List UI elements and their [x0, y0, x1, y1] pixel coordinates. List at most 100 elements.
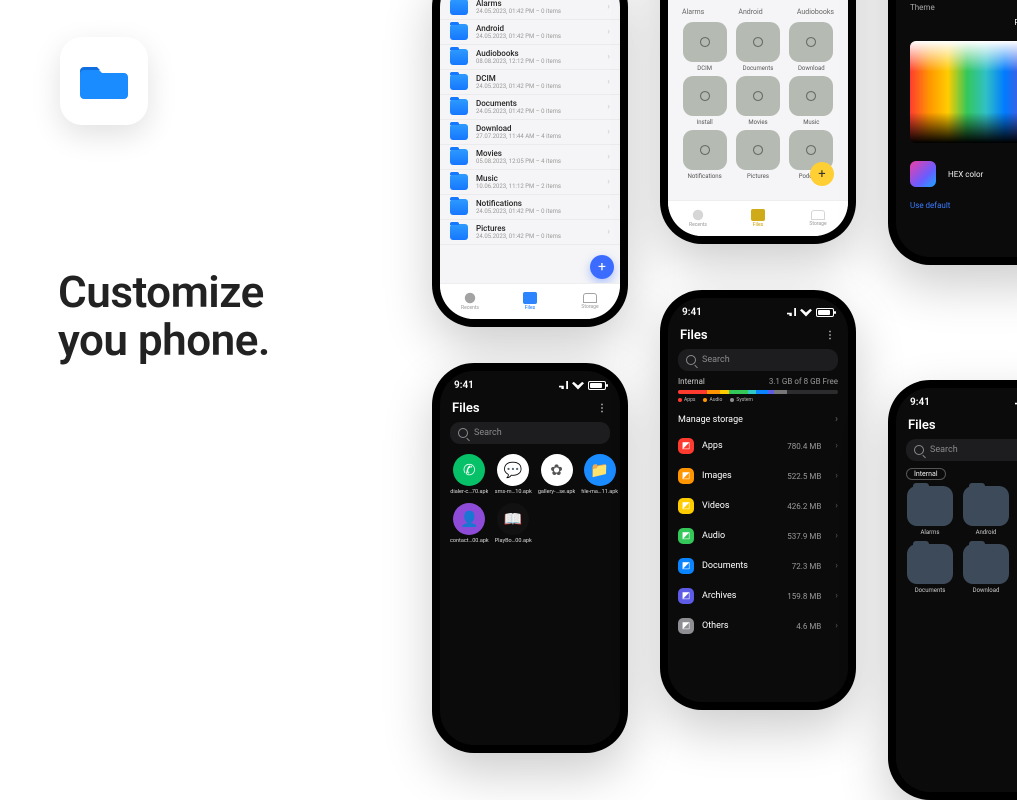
page-title: Files: [680, 328, 708, 343]
tab-recents[interactable]: Recents: [668, 201, 728, 236]
manage-storage-row[interactable]: Manage storage›: [668, 408, 848, 431]
category-row[interactable]: ◩Audio537.9 MB›: [668, 521, 848, 551]
app-item[interactable]: 👤contact…00.apk: [450, 503, 489, 544]
app-item[interactable]: ✆dialer-c…70.apk: [450, 454, 489, 495]
tabbar: Recents Files Storage: [668, 200, 848, 236]
list-item[interactable]: Alarms24.05.2023, 01:42 PM – 0 items›: [440, 0, 620, 20]
tab-files[interactable]: Files: [500, 284, 560, 319]
search-input[interactable]: Search: [450, 422, 610, 444]
grid-item[interactable]: Install: [682, 76, 727, 126]
grid-item[interactable]: Pictures: [735, 130, 780, 180]
item-label: Download: [798, 65, 825, 72]
headline-line2: you phone.: [58, 316, 270, 364]
folder-icon: [450, 199, 468, 215]
item-label: Android: [962, 529, 1010, 536]
category-row[interactable]: ◩Others4.6 MB›: [668, 611, 848, 641]
list-item[interactable]: DCIM24.05.2023, 01:42 PM – 0 items›: [440, 70, 620, 95]
app-icon: 💬: [497, 454, 529, 486]
grid-item[interactable]: Notifications: [682, 130, 727, 180]
item-label: Install: [697, 119, 713, 126]
grid-item[interactable]: Documents: [906, 544, 954, 594]
grid-item[interactable]: DCIM: [682, 22, 727, 72]
category-row[interactable]: ◩Archives159.8 MB›: [668, 581, 848, 611]
list-item[interactable]: Download27.07.2023, 11:44 AM – 4 items›: [440, 120, 620, 145]
legend-item: Apps: [678, 397, 695, 403]
tab-recents[interactable]: Recents: [440, 284, 500, 319]
folder-icon: [683, 22, 727, 62]
grid-item[interactable]: Alarms: [906, 486, 954, 536]
item-label: DCIM: [697, 65, 712, 72]
grid-item[interactable]: Download: [789, 22, 834, 72]
app-icon: 📖: [497, 503, 529, 535]
storage-bar: [678, 390, 838, 394]
phone-theme: Theme Primary color HEX color Use defaul…: [888, 0, 1017, 265]
category-icon: ◩: [678, 528, 694, 544]
phone-dark-grid: 9:41 Files⋮ Search Internal AlarmsAndroi…: [888, 380, 1017, 800]
category-size: 522.5 MB: [787, 472, 821, 481]
item-meta: 24.05.2023, 01:42 PM – 0 items: [476, 233, 599, 240]
category-row[interactable]: ◩Documents72.3 MB›: [668, 551, 848, 581]
list-item[interactable]: Documents24.05.2023, 01:42 PM – 0 items›: [440, 95, 620, 120]
grid-item[interactable]: Documents: [735, 22, 780, 72]
tab-files[interactable]: Files: [728, 201, 788, 236]
more-icon[interactable]: ⋮: [825, 330, 836, 341]
category-row[interactable]: ◩Videos426.2 MB›: [668, 491, 848, 521]
list-item[interactable]: Music10.06.2023, 11:12 PM – 2 items›: [440, 170, 620, 195]
app-name: PlayBo…00.apk: [495, 538, 532, 544]
use-default-link[interactable]: Use default: [896, 187, 1017, 210]
hex-label[interactable]: HEX color: [948, 170, 983, 179]
color-swatch[interactable]: [910, 161, 936, 187]
tab-storage[interactable]: Storage: [560, 284, 620, 319]
status-bar: 9:41: [896, 388, 1017, 416]
folder-icon: [789, 22, 833, 62]
list-item[interactable]: Notifications24.05.2023, 01:42 PM – 0 it…: [440, 195, 620, 220]
item-meta: 05.08.2023, 12:05 PM – 4 items: [476, 158, 599, 165]
grid-item[interactable]: Music: [789, 76, 834, 126]
chevron-right-icon: ›: [835, 561, 838, 571]
folder-icon: [963, 544, 1009, 584]
grid-item[interactable]: Movies: [735, 76, 780, 126]
item-name: Alarms: [476, 0, 599, 8]
list-item[interactable]: Android24.05.2023, 01:42 PM – 0 items›: [440, 20, 620, 45]
fab-add[interactable]: +: [590, 255, 614, 279]
search-input[interactable]: Search: [678, 349, 838, 371]
search-icon: [686, 355, 696, 365]
app-item[interactable]: 💬sms-m…10.apk: [495, 454, 532, 495]
status-bar: 9:41: [668, 298, 848, 326]
list-item[interactable]: Audiobooks08.08.2023, 12:12 PM – 0 items…: [440, 45, 620, 70]
chevron-right-icon: ›: [607, 227, 610, 237]
theme-header: Theme: [896, 3, 1017, 18]
color-spectrum[interactable]: [910, 41, 1017, 143]
list-item[interactable]: Movies05.08.2023, 12:05 PM – 4 items›: [440, 145, 620, 170]
page-title: Files: [452, 401, 480, 416]
item-meta: 24.05.2023, 01:42 PM – 0 items: [476, 208, 599, 215]
category-row[interactable]: ◩Apps780.4 MB›: [668, 431, 848, 461]
category-name: Others: [702, 621, 729, 631]
category-size: 537.9 MB: [787, 532, 821, 541]
phone-dark-apps: 9:41 Files ⋮ Search ✆dialer-c…70.apk💬sms-…: [432, 363, 628, 753]
more-icon[interactable]: ⋮: [597, 403, 608, 414]
wifi-icon: [800, 308, 812, 317]
item-label: Documents: [743, 65, 774, 72]
item-name: Notifications: [476, 199, 599, 208]
category-icon: ◩: [678, 558, 694, 574]
folder-icon: [963, 486, 1009, 526]
fab-add[interactable]: +: [810, 162, 834, 186]
grid-item[interactable]: Download: [962, 544, 1010, 594]
chevron-right-icon: ›: [835, 441, 838, 451]
search-input[interactable]: Search: [906, 439, 1017, 461]
list-item[interactable]: Pictures24.05.2023, 01:42 PM – 0 items›: [440, 220, 620, 245]
folder-icon: [450, 0, 468, 15]
tab-storage[interactable]: Storage: [788, 201, 848, 236]
status-time: 9:41: [454, 380, 474, 391]
app-item[interactable]: ✿gallery-…se.apk: [538, 454, 575, 495]
app-item[interactable]: 📁file-ma…11.apk: [581, 454, 618, 495]
top-labels: Alarms Android Audiobooks: [682, 8, 834, 16]
internal-chip[interactable]: Internal: [906, 468, 946, 480]
folder-icon: [789, 76, 833, 116]
app-item[interactable]: 📖 PlayBo…00.apk: [495, 503, 532, 544]
category-name: Images: [702, 471, 732, 481]
chevron-right-icon: ›: [607, 52, 610, 62]
grid-item[interactable]: Android: [962, 486, 1010, 536]
category-row[interactable]: ◩Images522.5 MB›: [668, 461, 848, 491]
